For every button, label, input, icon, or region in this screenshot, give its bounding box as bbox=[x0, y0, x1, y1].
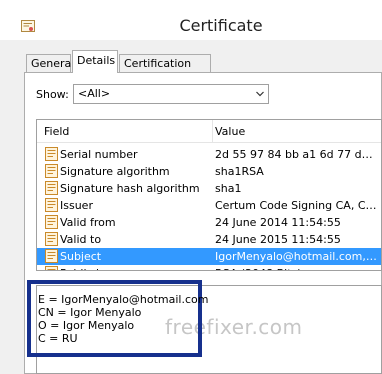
tab-certification-path[interactable]: Certification Path bbox=[119, 54, 211, 88]
field-name: Valid from bbox=[60, 216, 116, 229]
field-value: 24 June 2015 11:54:55 bbox=[215, 233, 341, 246]
field-value: RSA (2048 Bits) bbox=[215, 267, 379, 270]
field-name: Public key bbox=[60, 267, 115, 270]
show-label: Show: bbox=[36, 88, 69, 101]
detail-line: O = Igor Menyalo bbox=[38, 319, 135, 332]
list-row[interactable]: Signature hash algorithm sha1 bbox=[37, 180, 381, 197]
certificate-field-icon bbox=[45, 232, 58, 246]
field-value: sha1 bbox=[215, 182, 242, 195]
field-name: Issuer bbox=[60, 199, 93, 212]
certificate-field-icon bbox=[45, 249, 58, 263]
field-name: Serial number bbox=[60, 148, 138, 161]
column-header-value[interactable]: Value bbox=[215, 125, 245, 138]
detail-line: CN = Igor Menyalo bbox=[38, 306, 142, 319]
field-value: 24 June 2014 11:54:55 bbox=[215, 216, 341, 229]
list-row[interactable]: Valid from 24 June 2014 11:54:55 bbox=[37, 214, 381, 231]
tab-details[interactable]: Details bbox=[72, 50, 118, 73]
certificate-field-icon bbox=[45, 198, 58, 212]
detail-line: C = RU bbox=[38, 332, 78, 345]
show-select[interactable]: <All> bbox=[73, 84, 269, 104]
tab-label: Details bbox=[77, 54, 116, 67]
list-header: Field Value bbox=[37, 120, 381, 143]
column-header-field[interactable]: Field bbox=[44, 125, 69, 138]
certificate-field-icon bbox=[45, 215, 58, 229]
field-value: 2d 55 97 84 bb a1 6d 77 db 8f... bbox=[215, 148, 379, 161]
field-list[interactable]: Field Value Serial number 2d 55 97 84 bb … bbox=[36, 119, 382, 271]
field-name: Subject bbox=[60, 250, 102, 263]
field-value: sha1RSA bbox=[215, 165, 264, 178]
certificate-field-icon bbox=[45, 147, 58, 161]
tab-general[interactable]: General bbox=[26, 54, 75, 72]
list-row[interactable]: Valid to 24 June 2015 11:54:55 bbox=[37, 231, 381, 248]
title-bar: Certificate bbox=[0, 0, 382, 40]
field-value: IgorMenyalo@hotmail.com, Ig... bbox=[215, 250, 379, 263]
certificate-field-icon bbox=[45, 164, 58, 178]
column-divider[interactable] bbox=[212, 120, 213, 142]
list-row[interactable]: Signature algorithm sha1RSA bbox=[37, 163, 381, 180]
field-name: Signature algorithm bbox=[60, 165, 170, 178]
field-name: Valid to bbox=[60, 233, 102, 246]
certificate-field-icon bbox=[45, 266, 58, 270]
detail-line: E = IgorMenyalo@hotmail.com bbox=[38, 293, 209, 306]
list-row[interactable]: Subject IgorMenyalo@hotmail.com, Ig... bbox=[37, 248, 381, 265]
list-row[interactable]: Issuer Certum Code Signing CA, Cert... bbox=[37, 197, 381, 214]
field-value: Certum Code Signing CA, Cert... bbox=[215, 199, 379, 212]
list-row[interactable]: Serial number 2d 55 97 84 bb a1 6d 77 db … bbox=[37, 146, 381, 163]
show-select-value: <All> bbox=[78, 87, 111, 100]
field-name: Signature hash algorithm bbox=[60, 182, 200, 195]
tab-label: General bbox=[31, 57, 75, 70]
chevron-down-icon bbox=[256, 91, 264, 97]
list-row[interactable]: Public key RSA (2048 Bits) bbox=[37, 265, 381, 270]
window-title: Certificate bbox=[179, 16, 263, 35]
certificate-field-icon bbox=[45, 181, 58, 195]
